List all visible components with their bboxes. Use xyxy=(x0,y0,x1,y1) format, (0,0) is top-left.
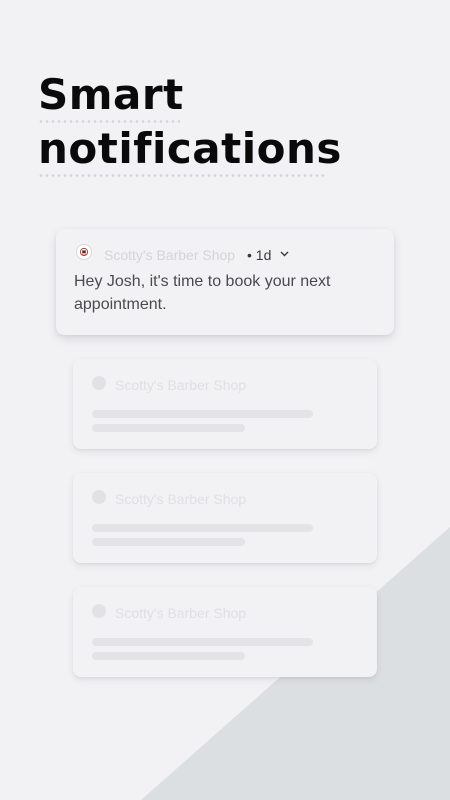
notification-message: Hey Josh, it's time to book your next ap… xyxy=(74,273,331,313)
ghost-app-name: Scotty's Barber Shop xyxy=(115,491,247,507)
ghost-text-bar xyxy=(92,652,245,660)
ghost-avatar xyxy=(92,490,106,504)
dotted-underline-2 xyxy=(38,174,326,177)
barber-shop-logo-icon xyxy=(76,244,92,260)
ghost-avatar xyxy=(92,376,106,390)
notification-card[interactable]: Scotty's Barber Shop • 1d Hey Josh, it's… xyxy=(56,229,394,335)
ghost-avatar xyxy=(92,604,106,618)
ghost-app-name: Scotty's Barber Shop xyxy=(115,605,247,621)
ghost-notification-card: Scotty's Barber Shop xyxy=(73,359,377,449)
notification-app-name: Scotty's Barber Shop xyxy=(104,247,236,263)
headline: Smart notifications xyxy=(38,70,342,174)
headline-line-1: Smart xyxy=(38,70,184,119)
chevron-down-icon[interactable] xyxy=(280,251,289,257)
ghost-notification-card: Scotty's Barber Shop xyxy=(73,587,377,677)
ghost-text-bar xyxy=(92,424,245,432)
notification-time: • 1d xyxy=(247,247,272,263)
headline-line-2: notifications xyxy=(38,124,342,173)
ghost-notification-card: Scotty's Barber Shop xyxy=(73,473,377,563)
ghost-text-bar xyxy=(92,524,313,532)
ghost-text-bar xyxy=(92,410,313,418)
ghost-text-bar xyxy=(92,638,313,646)
ghost-text-bar xyxy=(92,538,245,546)
ghost-app-name: Scotty's Barber Shop xyxy=(115,377,247,393)
